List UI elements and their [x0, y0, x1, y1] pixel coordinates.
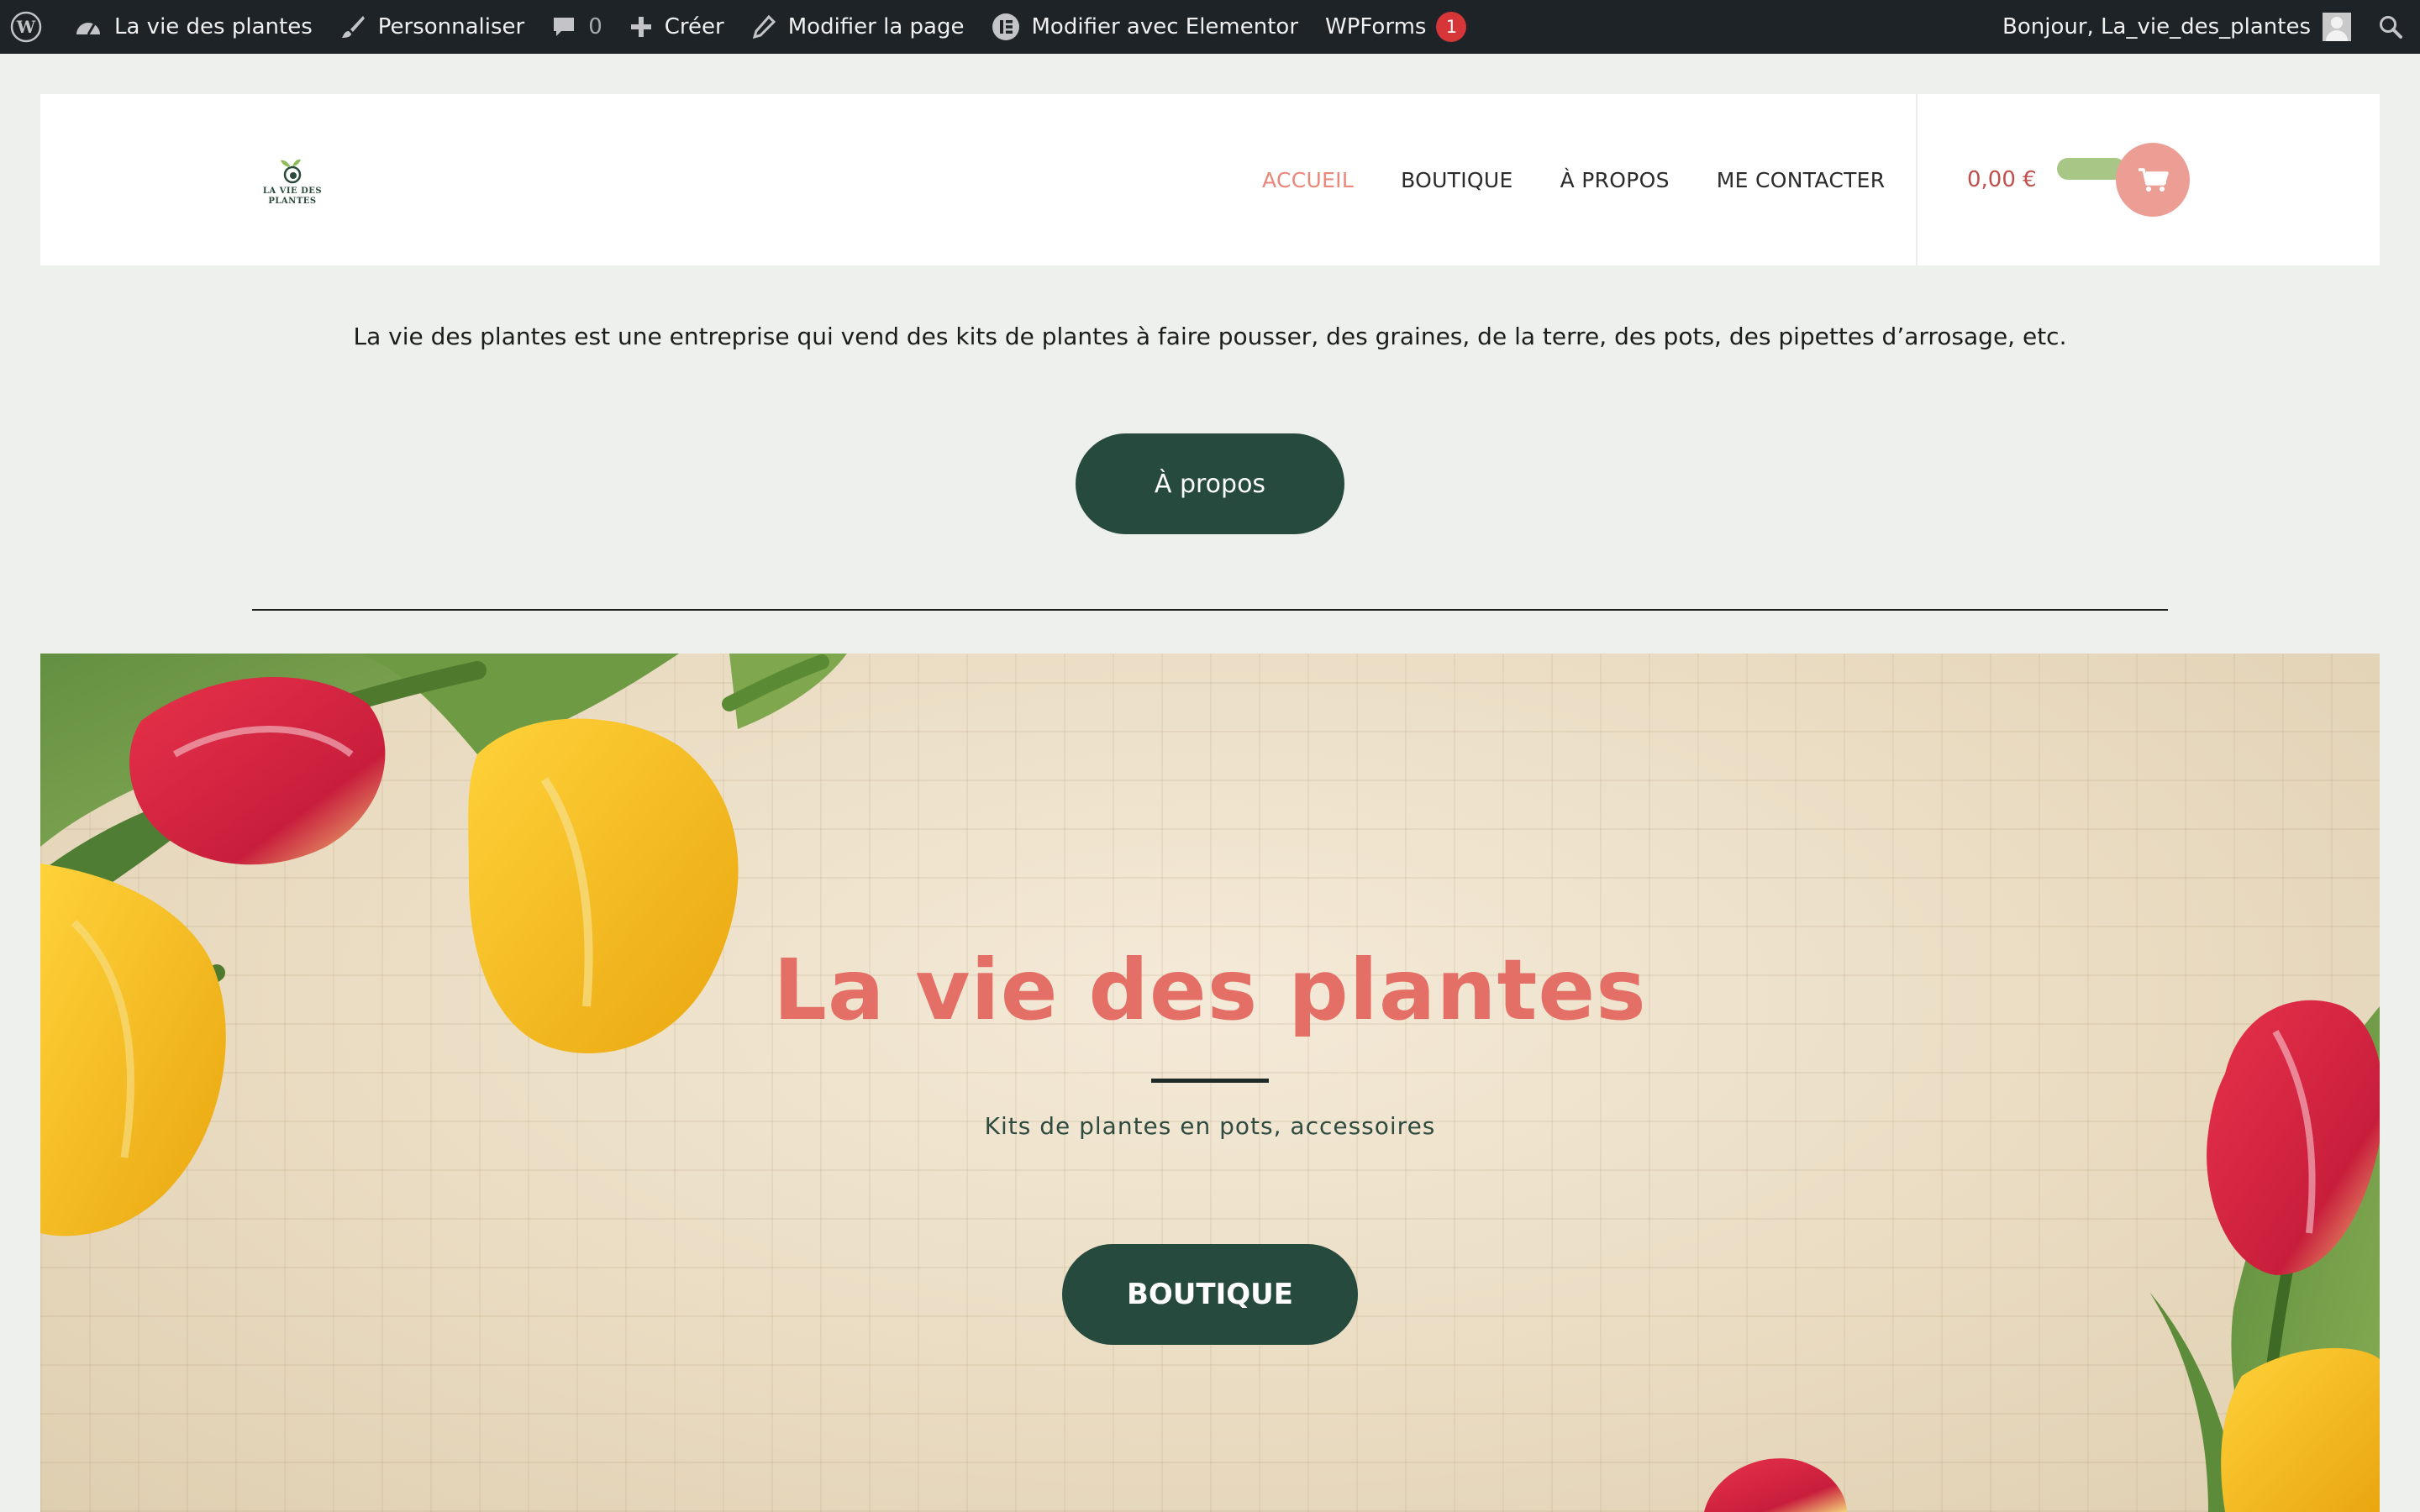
search-icon	[2378, 14, 2403, 39]
customize-label: Personnaliser	[377, 14, 525, 39]
hero-banner: La vie des plantes Kits de plantes en po…	[40, 654, 2380, 1512]
logo-plant-icon	[281, 159, 302, 184]
new-content-label: Créer	[664, 14, 724, 39]
site-logo[interactable]: LA VIE DES PLANTES	[242, 155, 343, 222]
edit-page-link[interactable]: Modifier la page	[738, 0, 978, 54]
wpforms-link[interactable]: WPForms 1	[1312, 0, 1480, 54]
site-name-label: La vie des plantes	[114, 14, 313, 39]
edit-elementor-link[interactable]: Modifier avec Elementor	[978, 0, 1313, 54]
hero-tulips-image	[40, 654, 2380, 1512]
admin-bar-secondary: Bonjour, La_vie_des_plantes	[1989, 0, 2420, 54]
comments-link[interactable]: 0	[538, 0, 616, 54]
wordpress-icon: W	[10, 11, 42, 43]
admin-search[interactable]	[2365, 0, 2420, 54]
brush-icon	[339, 13, 366, 40]
comments-count: 0	[588, 14, 602, 39]
intro-text: La vie des plantes est une entreprise qu…	[353, 323, 2067, 350]
comment-icon	[551, 14, 576, 39]
section-divider	[252, 609, 2168, 611]
greeting-label: Bonjour, La_vie_des_plantes	[2002, 14, 2311, 39]
user-avatar	[2323, 13, 2351, 41]
main-navigation: ACCUEIL BOUTIQUE À PROPOS ME CONTACTER	[1262, 94, 1932, 265]
shop-button[interactable]: BOUTIQUE	[1062, 1244, 1358, 1345]
site-name-link[interactable]: La vie des plantes	[60, 0, 326, 54]
nav-item-boutique[interactable]: BOUTIQUE	[1401, 168, 1513, 192]
customize-link[interactable]: Personnaliser	[326, 0, 538, 54]
wordpress-menu[interactable]: W	[0, 0, 60, 54]
nav-item-me-contacter[interactable]: ME CONTACTER	[1717, 168, 1886, 192]
cart-button[interactable]	[2116, 143, 2190, 217]
dashboard-icon	[74, 14, 103, 39]
header-divider	[1916, 94, 1918, 265]
wpforms-notification-badge: 1	[1436, 12, 1467, 42]
edit-page-label: Modifier la page	[787, 14, 965, 39]
site-header: LA VIE DES PLANTES ACCUEIL BOUTIQUE À PR…	[40, 94, 2380, 265]
nav-item-a-propos[interactable]: À PROPOS	[1560, 168, 1670, 192]
wp-admin-bar: W La vie des plantes Personnaliser 0 Cré…	[0, 0, 2420, 54]
elementor-icon	[992, 13, 1020, 41]
hero-subtitle: Kits de plantes en pots, accessoires	[984, 1112, 1436, 1140]
cart-total[interactable]: 0,00 €	[1967, 94, 2037, 265]
my-account-link[interactable]: Bonjour, La_vie_des_plantes	[1989, 0, 2365, 54]
svg-text:W: W	[16, 17, 36, 37]
plus-icon	[629, 15, 653, 39]
new-content-link[interactable]: Créer	[616, 0, 738, 54]
hero-divider	[1151, 1079, 1269, 1083]
hero-title: La vie des plantes	[773, 941, 1647, 1039]
cart-icon	[2139, 168, 2169, 192]
nav-item-accueil[interactable]: ACCUEIL	[1262, 168, 1354, 192]
wpforms-label: WPForms	[1325, 14, 1427, 39]
pencil-icon	[751, 14, 776, 39]
about-button[interactable]: À propos	[1076, 433, 1344, 534]
edit-elementor-label: Modifier avec Elementor	[1031, 14, 1299, 39]
logo-text: LA VIE DES PLANTES	[262, 186, 323, 206]
